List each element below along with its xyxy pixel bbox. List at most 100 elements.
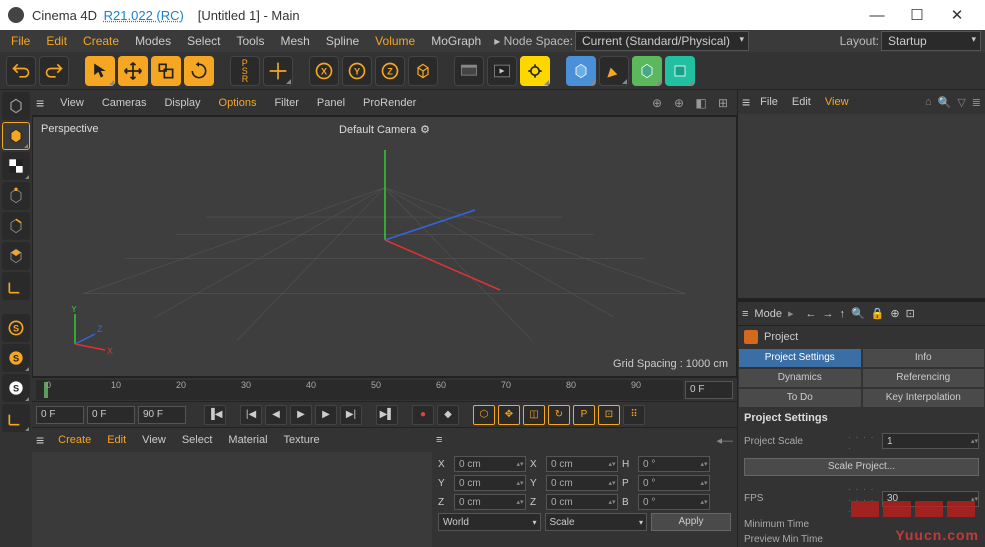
maximize-button[interactable]: ☐ xyxy=(897,6,937,24)
size-y-field[interactable]: 0 cm▴▾ xyxy=(546,475,618,491)
prev-frame-button[interactable]: ◀ xyxy=(265,405,287,425)
prev-key-button[interactable]: |◀ xyxy=(240,405,262,425)
key-position-button[interactable]: ✥ xyxy=(498,405,520,425)
goto-end-button[interactable]: ▶▌ xyxy=(376,405,398,425)
vp-tab-filter[interactable]: Filter xyxy=(266,94,306,112)
obj-filter-icon[interactable]: ▽ xyxy=(957,96,965,109)
mat-tab-material[interactable]: Material xyxy=(222,432,273,448)
y-axis-button[interactable]: Y xyxy=(342,56,372,86)
menu-mesh[interactable]: Mesh xyxy=(273,32,316,50)
key-scale-button[interactable]: ◫ xyxy=(523,405,545,425)
mat-tab-edit[interactable]: Edit xyxy=(101,432,132,448)
coord-system-button[interactable] xyxy=(408,56,438,86)
edge-mode-button[interactable] xyxy=(2,212,30,240)
model-mode-button[interactable] xyxy=(2,122,30,150)
attr-hamburger-icon[interactable]: ≡ xyxy=(742,308,748,320)
poly-mode-button[interactable] xyxy=(2,242,30,270)
psr-button[interactable]: PSR xyxy=(230,56,260,86)
menu-volume[interactable]: Volume xyxy=(368,32,422,50)
attr-nav-up-icon[interactable]: ↑ xyxy=(839,308,845,320)
close-button[interactable]: ✕ xyxy=(937,6,977,24)
render-view-button[interactable] xyxy=(487,56,517,86)
size-x-field[interactable]: 0 cm▴▾ xyxy=(546,456,618,472)
attr-nav-fwd-icon[interactable]: → xyxy=(822,308,833,320)
deformer-button[interactable] xyxy=(665,56,695,86)
x-axis-button[interactable]: X xyxy=(309,56,339,86)
next-key-button[interactable]: ▶| xyxy=(340,405,362,425)
undo-button[interactable] xyxy=(6,56,36,86)
keyframe-dots-button[interactable]: ⠿ xyxy=(623,405,645,425)
menu-mograph[interactable]: MoGraph xyxy=(424,32,488,50)
menu-modes[interactable]: Modes xyxy=(128,32,178,50)
play-button[interactable]: ▶ xyxy=(290,405,312,425)
live-select-button[interactable] xyxy=(85,56,115,86)
key-selection-button[interactable]: ⬡ xyxy=(473,405,495,425)
menu-file[interactable]: File xyxy=(4,32,37,50)
nodespace-dropdown[interactable]: Current (Standard/Physical) xyxy=(575,31,749,51)
scale-project-button[interactable]: Scale Project... xyxy=(744,458,979,476)
menu-tools[interactable]: Tools xyxy=(229,32,271,50)
key-rotation-button[interactable]: ↻ xyxy=(548,405,570,425)
locked-workplane-button[interactable] xyxy=(2,404,30,432)
timeline-ruler[interactable]: 0 10 20 30 40 50 60 70 80 90 xyxy=(36,380,683,400)
workplane-button[interactable]: S xyxy=(2,374,30,402)
goto-start-button[interactable]: ▐◀ xyxy=(204,405,226,425)
mat-tab-view[interactable]: View xyxy=(136,432,172,448)
next-frame-button[interactable]: ▶ xyxy=(315,405,337,425)
obj-tab-edit[interactable]: Edit xyxy=(788,94,815,110)
obj-layer-icon[interactable]: ≣ xyxy=(972,96,981,109)
move-button[interactable] xyxy=(118,56,148,86)
key-parameter-button[interactable]: P xyxy=(573,405,595,425)
obj-home-icon[interactable]: ⌂ xyxy=(925,96,932,108)
viewport-solo-button[interactable]: S xyxy=(2,314,30,342)
attr-tab-key-interp[interactable]: Key Interpolation xyxy=(862,388,985,408)
viewport[interactable]: Perspective Default Camera⚙ Grid Spacing… xyxy=(32,116,737,377)
vp-tab-cameras[interactable]: Cameras xyxy=(94,94,155,112)
pos-x-field[interactable]: 0 cm▴▾ xyxy=(454,456,526,472)
make-editable-button[interactable] xyxy=(2,92,30,120)
pos-z-field[interactable]: 0 cm▴▾ xyxy=(454,494,526,510)
rot-h-field[interactable]: 0 °▴▾ xyxy=(638,456,710,472)
snap-button[interactable]: S xyxy=(2,344,30,372)
attr-tab-todo[interactable]: To Do xyxy=(738,388,862,408)
menu-spline[interactable]: Spline xyxy=(319,32,366,50)
vp-nav2-icon[interactable]: ⊕ xyxy=(670,94,688,112)
coord-space-select[interactable]: World xyxy=(438,513,541,531)
render-active-button[interactable] xyxy=(520,56,550,86)
mat-tab-create[interactable]: Create xyxy=(52,432,97,448)
coord-hamburger-icon[interactable]: ≡ xyxy=(436,434,442,446)
vp-tab-prorender[interactable]: ProRender xyxy=(355,94,424,112)
coord-apply-button[interactable]: Apply xyxy=(651,513,731,531)
coord-arrow-icon[interactable]: ◂— xyxy=(716,434,733,447)
generator-button[interactable] xyxy=(632,56,662,86)
key-pla-button[interactable]: ⊡ xyxy=(598,405,620,425)
size-z-field[interactable]: 0 cm▴▾ xyxy=(546,494,618,510)
vp-nav4-icon[interactable]: ⊞ xyxy=(714,94,732,112)
vp-tab-options[interactable]: Options xyxy=(211,94,265,112)
attr-nav-back-icon[interactable]: ← xyxy=(805,308,816,320)
attr-tab-referencing[interactable]: Referencing xyxy=(862,368,985,388)
current-frame-field[interactable] xyxy=(87,406,135,424)
preview-end-field[interactable] xyxy=(138,406,186,424)
rot-p-field[interactable]: 0 °▴▾ xyxy=(638,475,710,491)
menu-edit[interactable]: Edit xyxy=(39,32,74,50)
render-settings-button[interactable] xyxy=(454,56,484,86)
obj-tab-file[interactable]: File xyxy=(756,94,782,110)
attr-tab-dynamics[interactable]: Dynamics xyxy=(738,368,862,388)
point-mode-button[interactable] xyxy=(2,182,30,210)
mat-tab-texture[interactable]: Texture xyxy=(278,432,326,448)
record-button[interactable]: ● xyxy=(412,405,434,425)
vp-tab-view[interactable]: View xyxy=(52,94,92,112)
obj-tab-view[interactable]: View xyxy=(821,94,853,110)
pos-y-field[interactable]: 0 cm▴▾ xyxy=(454,475,526,491)
menu-select[interactable]: Select xyxy=(180,32,227,50)
attr-tab-mode[interactable]: Mode xyxy=(754,308,782,320)
coord-mode-select[interactable]: Scale xyxy=(545,513,648,531)
mat-tab-select[interactable]: Select xyxy=(176,432,219,448)
attr-new-icon[interactable]: ⊕ xyxy=(890,307,899,320)
layout-dropdown[interactable]: Startup xyxy=(881,31,981,51)
material-list[interactable] xyxy=(32,452,432,547)
vp-nav1-icon[interactable]: ⊕ xyxy=(648,94,666,112)
attr-tab-info[interactable]: Info xyxy=(862,348,985,368)
object-manager-body[interactable] xyxy=(738,114,985,298)
